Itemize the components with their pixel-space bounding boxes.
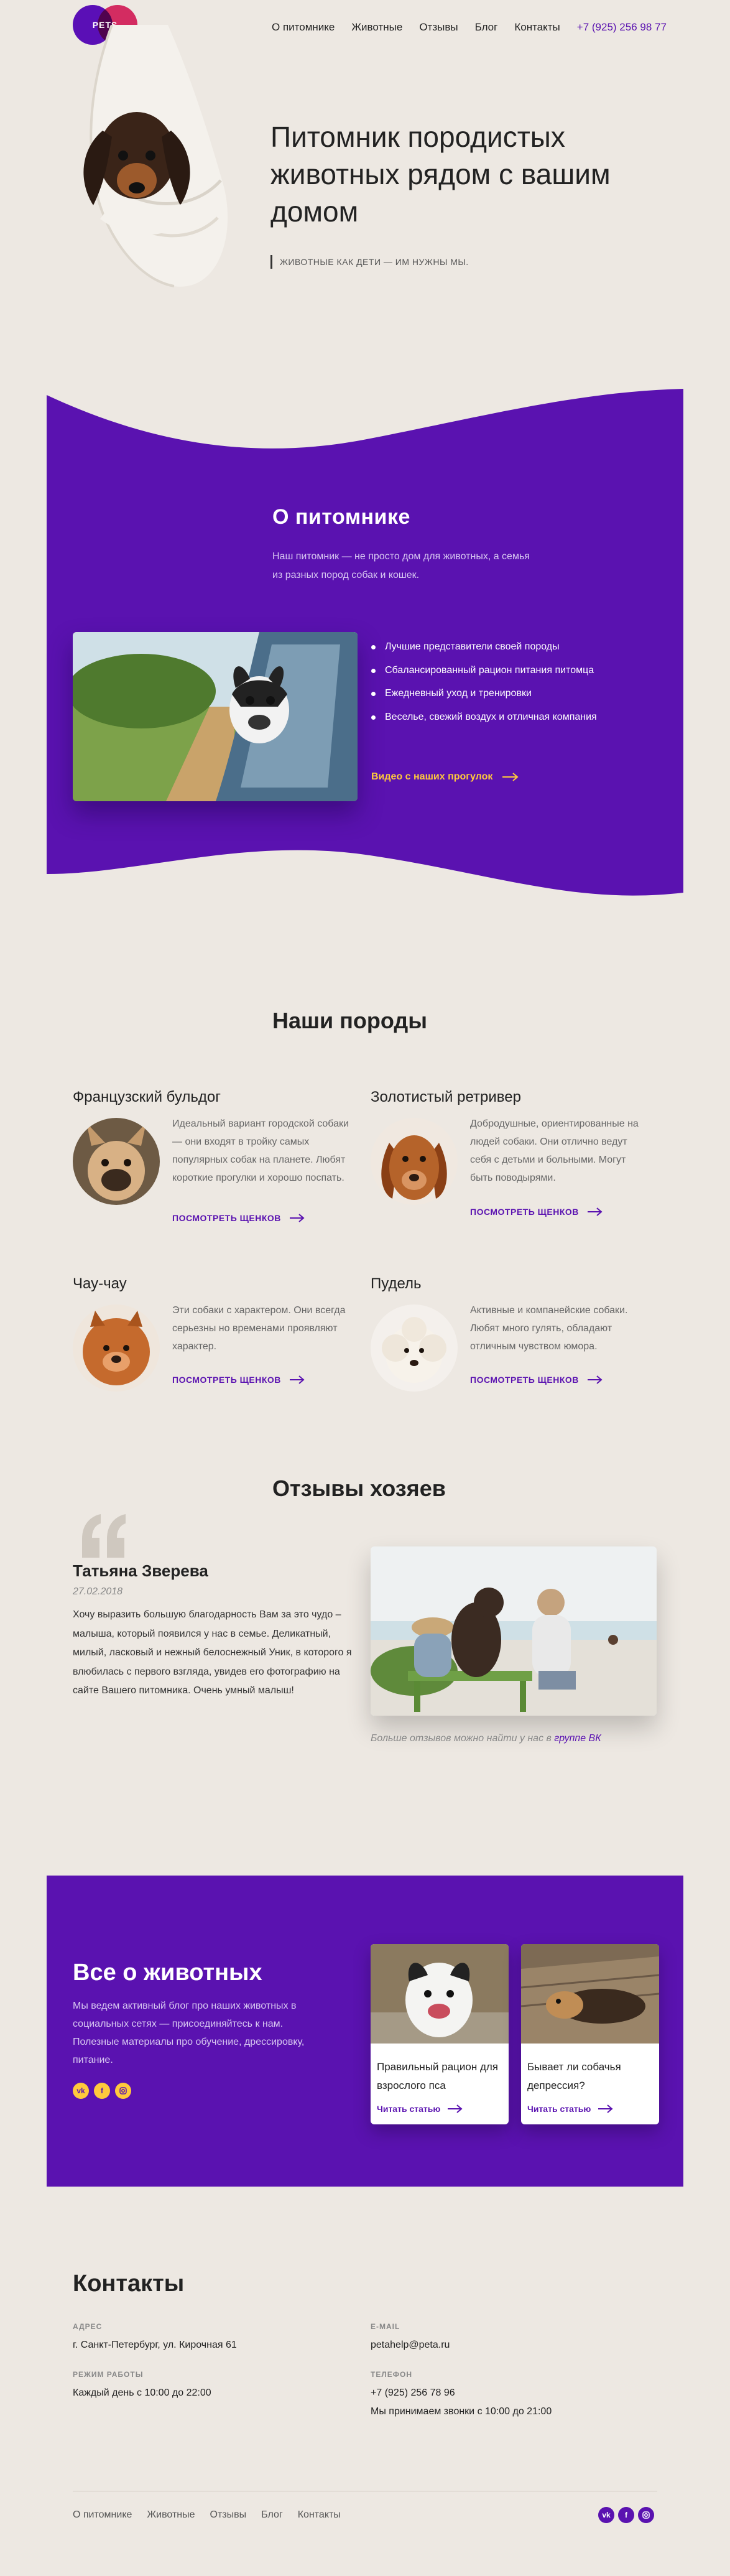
hero-subtitle: ЖИВОТНЫЕ КАК ДЕТИ — ИМ НУЖНЫ МЫ. [270,255,469,269]
address-value: г. Санкт-Петербург, ул. Кирочная 61 [73,2340,237,2350]
about-description: Наш питомник — не просто дом для животны… [272,551,530,580]
vk-icon[interactable]: vk [73,2083,89,2099]
breed-name: Пудель [371,1275,422,1292]
read-article-label: Читать статью [377,2104,441,2114]
contacts-title: Контакты [73,2271,185,2297]
review-text: Хочу выразить большую благодарность Вам … [73,1609,352,1696]
view-puppies-label: ПОСМОТРЕТЬ ЩЕНКОВ [470,1375,579,1385]
blog-card-image-sad-dog [521,1944,659,2044]
view-puppies-link[interactable]: ПОСМОТРЕТЬ ЩЕНКОВ [172,1213,305,1223]
breed-description: Эти собаки с характером. Они всегда серь… [172,1305,346,1352]
reviews-title: Отзывы хозяев [272,1476,446,1501]
hero-title: Питомник породистых животных рядом с ваш… [270,121,611,228]
footer-nav-item[interactable]: Блог [261,2509,283,2521]
blog-card[interactable]: Бывает ли собачья депрессия? Читать стат… [521,1944,659,2124]
video-walks-link[interactable]: Видео с наших прогулок [371,771,519,783]
address-label: Адрес [73,2322,103,2331]
email-value[interactable]: petahelp@peta.ru [371,2336,450,2355]
arrow-right-icon [448,2104,463,2113]
blog-card-title: Бывает ли собачья депрессия? [527,2061,621,2091]
header-phone[interactable]: +7 (925) 256 98 77 [577,21,667,34]
instagram-icon[interactable] [638,2507,654,2523]
view-puppies-link[interactable]: ПОСМОТРЕТЬ ЩЕНКОВ [172,1375,305,1385]
instagram-icon[interactable] [115,2083,131,2099]
view-puppies-label: ПОСМОТРЕТЬ ЩЕНКОВ [172,1375,281,1385]
nav-item-reviews[interactable]: Отзывы [419,21,458,34]
vk-icon[interactable]: vk [598,2507,614,2523]
blog-description: Мы ведем активный блог про наших животны… [73,2001,305,2065]
nav-item-animals[interactable]: Животные [351,21,402,34]
golden-retriever-photo [371,1118,458,1205]
review-date: 27.02.2018 [73,1586,123,1597]
breed-name: Золотистый ретривер [371,1089,521,1105]
french-bulldog-photo [73,1118,160,1205]
breeds-title: Наши породы [272,1008,427,1033]
arrow-right-icon [289,1375,305,1384]
blog-social-links: vk f [73,2083,131,2099]
facebook-icon[interactable]: f [94,2083,110,2099]
chow-chow-photo [73,1304,160,1392]
footer-nav-item[interactable]: Отзывы [210,2509,247,2521]
breed-description: Идеальный вариант городской собаки — они… [172,1118,349,1183]
video-link-label: Видео с наших прогулок [371,771,493,782]
feature-item: Ежедневный уход и тренировки [371,686,597,710]
main-nav: О питомнике Животные Отзывы Блог Контакт… [272,21,667,34]
hours-label: Режим работы [73,2370,144,2379]
arrow-right-icon [587,1207,603,1216]
vk-group-link[interactable]: группе ВК [554,1733,601,1744]
feature-item: Сбалансированный рацион питания питомца [371,663,597,687]
view-puppies-label: ПОСМОТРЕТЬ ЩЕНКОВ [172,1213,281,1223]
hero-dog-in-sling-image [83,25,228,287]
footer-nav-item[interactable]: Животные [147,2509,195,2521]
breed-description: Добродушные, ориентированные на людей со… [470,1118,639,1183]
quote-icon [82,1514,126,1558]
arrow-right-icon [502,773,519,781]
read-article-link[interactable]: Читать статью [371,2096,509,2121]
arrow-right-icon [598,2104,613,2113]
blog-card-title: Правильный рацион для взрослого пса [377,2061,499,2091]
feature-item: Лучшие представители своей породы [371,639,597,663]
read-article-link[interactable]: Читать статью [521,2096,659,2121]
email-label: E-mail [371,2322,400,2331]
poodle-photo [371,1304,458,1392]
footer-social-links: vk f [598,2507,654,2523]
read-article-label: Читать статью [527,2104,591,2114]
blog-card[interactable]: Правильный рацион для взрослого пса Чита… [371,1944,509,2124]
footer-nav-item[interactable]: Контакты [298,2509,341,2521]
nav-item-about[interactable]: О питомнике [272,21,335,34]
breed-name: Французский бульдог [73,1089,221,1105]
phone-value[interactable]: +7 (925) 256 78 96 [371,2384,455,2402]
arrow-right-icon [289,1214,305,1222]
about-dog-car-photo [73,632,358,801]
view-puppies-link[interactable]: ПОСМОТРЕТЬ ЩЕНКОВ [470,1375,603,1385]
footer-nav-item[interactable]: О питомнике [73,2509,132,2521]
about-title: О питомнике [272,505,410,529]
breed-description: Активные и компанейские собаки. Любят мн… [470,1305,628,1352]
more-reviews-text: Больше отзывов можно найти у нас в [371,1733,552,1744]
view-puppies-label: ПОСМОТРЕТЬ ЩЕНКОВ [470,1207,579,1217]
blog-card-image-dog [371,1944,509,2044]
nav-item-contacts[interactable]: Контакты [514,21,560,34]
phone-label: Телефон [371,2370,412,2379]
feature-item: Веселье, свежий воздух и отличная компан… [371,710,597,733]
view-puppies-link[interactable]: ПОСМОТРЕТЬ ЩЕНКОВ [470,1207,603,1217]
facebook-icon[interactable]: f [618,2507,634,2523]
review-photo [371,1546,657,1716]
hours-value: Каждый день с 10:00 до 22:00 [73,2388,211,2398]
reviewer-name: Татьяна Зверева [73,1561,208,1580]
phone-note: Мы принимаем звонки с 10:00 до 21:00 [371,2406,552,2417]
footer-nav: О питомнике Животные Отзывы Блог Контакт… [73,2509,341,2521]
arrow-right-icon [587,1375,603,1384]
about-features-list: Лучшие представители своей породы Сбалан… [371,639,597,733]
nav-item-blog[interactable]: Блог [475,21,498,34]
breed-name: Чау-чау [73,1275,127,1292]
more-reviews-note: Больше отзывов можно найти у нас в групп… [371,1733,601,1744]
blog-title: Все о животных [73,1960,262,1986]
